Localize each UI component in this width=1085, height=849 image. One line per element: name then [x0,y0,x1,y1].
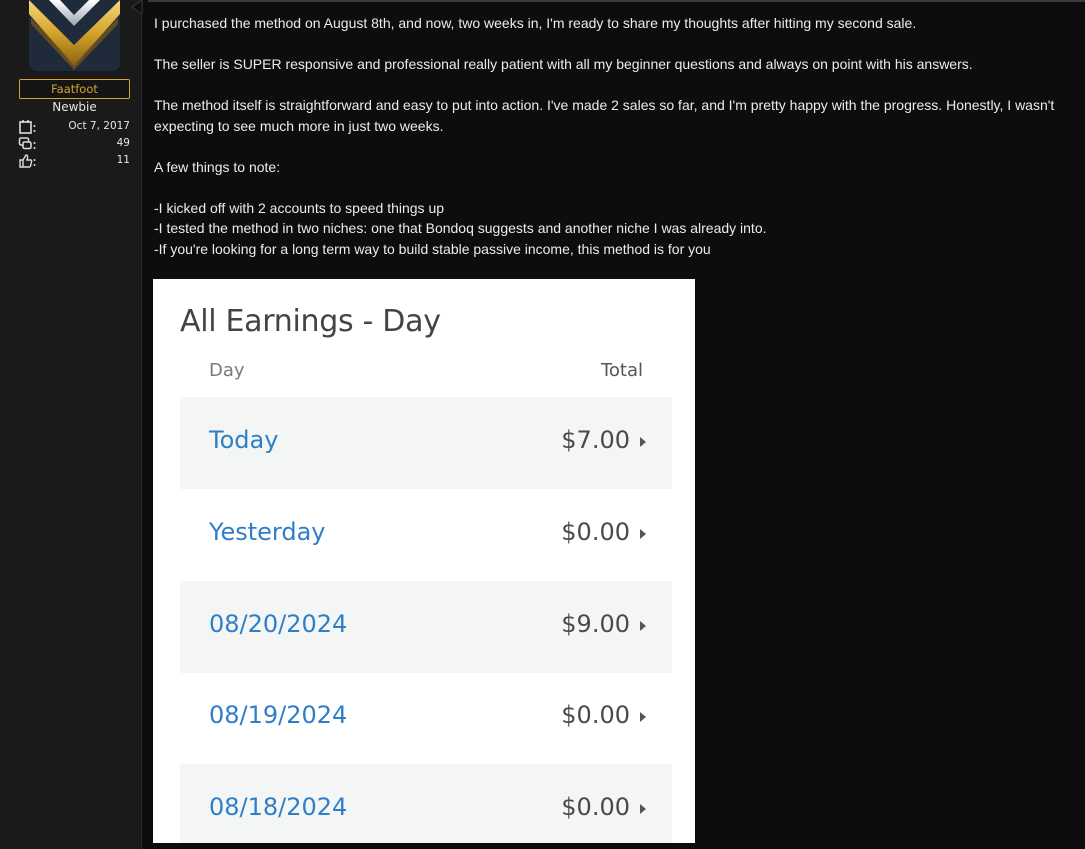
earnings-row: Yesterday $0.00 [180,489,672,581]
user-rank: Newbie [52,100,97,114]
earnings-row-amount: $0.00 [561,793,630,821]
earnings-row: 08/18/2024 $0.00 [180,764,672,843]
post-paragraph: A few things to note: [154,158,281,175]
earnings-row-day: 08/20/2024 [209,610,348,638]
stat-joined: Oct 7, 2017 [18,119,130,135]
post-paragraph: I purchased the method on August 8th, an… [154,15,917,31]
note-item: -If you're looking for a long term way t… [154,240,711,257]
earnings-row-amount: $9.00 [561,610,630,638]
avatar[interactable] [29,0,120,71]
post-paragraph: The seller is SUPER responsive and profe… [154,56,973,72]
thumbs-up-icon [19,154,36,168]
earnings-title: All Earnings - Day [180,304,441,339]
earnings-row: 08/19/2024 $0.00 [180,672,672,764]
earnings-row-amount: $7.00 [561,426,630,454]
earnings-row-day: 08/18/2024 [209,793,348,821]
post-divider [148,0,1085,2]
stat-joined-value: Oct 7, 2017 [68,120,130,132]
earnings-screenshot: All Earnings - Day Day Total Today $7.00… [153,279,695,843]
stat-reactions: 11 [18,153,130,169]
earnings-row: Today $7.00 [180,397,672,489]
messages-icon [18,137,36,150]
column-header-total: Total [600,360,643,381]
username-badge[interactable]: Faatfoot [19,79,130,99]
chevron-right-icon [640,621,646,631]
post-paragraph: The method itself is straightforward and… [154,97,1055,134]
stat-messages-value: 49 [116,137,130,149]
stat-messages: 49 [18,136,130,152]
column-header-day: Day [209,360,245,381]
chevron-right-icon [640,804,646,814]
chevron-right-icon [640,712,646,722]
rank-badge-icon [29,0,120,70]
user-sidebar: Faatfoot Newbie Oct 7, 2017 49 11 [0,0,142,849]
earnings-row-amount: $0.00 [561,518,630,546]
chevron-right-icon [640,529,646,539]
post-body: I purchased the method on August 8th, an… [154,13,1064,259]
earnings-row-day: 08/19/2024 [209,701,348,729]
earnings-row-amount: $0.00 [561,701,630,729]
stat-reactions-value: 11 [116,154,130,166]
note-item: -I kicked off with 2 accounts to speed t… [154,199,445,216]
post-pointer-arrow [131,0,143,14]
earnings-row-day: Yesterday [209,518,326,546]
earnings-row-day: Today [209,426,279,454]
chevron-right-icon [640,437,646,447]
earnings-row: 08/20/2024 $9.00 [180,581,672,673]
note-item: -I tested the method in two niches: one … [154,220,767,236]
calendar-icon [19,120,36,134]
